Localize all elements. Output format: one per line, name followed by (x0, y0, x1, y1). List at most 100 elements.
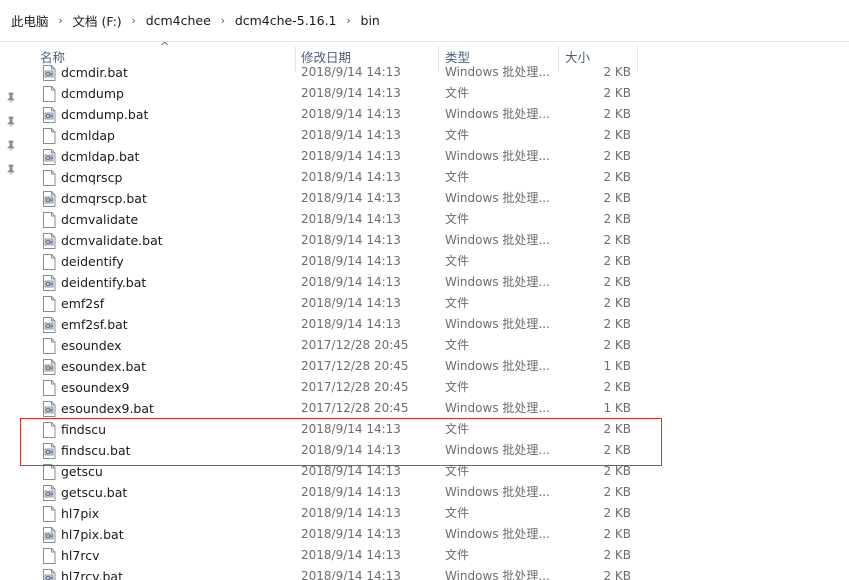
file-type: Windows 批处理... (445, 359, 549, 373)
file-icon (42, 506, 56, 522)
file-row[interactable]: hl7rcv 2018/9/14 14:13 文件 2 KB (0, 545, 849, 566)
file-row[interactable]: deidentify.bat 2018/9/14 14:13 Windows 批处理… (0, 272, 849, 293)
file-date: 2018/9/14 14:13 (301, 485, 401, 499)
batch-file-icon (42, 569, 56, 580)
batch-file-icon (42, 191, 56, 207)
file-size: 2 KB (603, 380, 631, 394)
file-size: 2 KB (603, 191, 631, 205)
file-size: 2 KB (603, 548, 631, 562)
breadcrumb-this-pc[interactable]: 此电脑 (11, 11, 49, 30)
batch-file-icon (42, 65, 56, 81)
file-name: hl7pix.bat (61, 527, 124, 542)
file-row[interactable]: emf2sf 2018/9/14 14:13 文件 2 KB (0, 293, 849, 314)
file-row[interactable]: hl7pix 2018/9/14 14:13 文件 2 KB (0, 503, 849, 524)
file-date: 2017/12/28 20:45 (301, 359, 409, 373)
file-row[interactable]: deidentify 2018/9/14 14:13 文件 2 KB (0, 251, 849, 272)
file-date: 2017/12/28 20:45 (301, 338, 409, 352)
file-row[interactable]: getscu.bat 2018/9/14 14:13 Windows 批处理... 2… (0, 482, 849, 503)
file-size: 2 KB (603, 527, 631, 541)
file-type: Windows 批处理... (445, 317, 549, 331)
file-name: getscu (61, 464, 103, 479)
file-size: 2 KB (603, 275, 631, 289)
file-name: dcmdump.bat (61, 107, 149, 122)
file-icon (42, 422, 56, 438)
file-date: 2018/9/14 14:13 (301, 464, 401, 478)
file-name: hl7rcv (61, 548, 100, 563)
file-row[interactable]: dcmdir.bat 2018/9/14 14:13 Windows 批处理... 2… (0, 63, 849, 83)
file-size: 2 KB (603, 86, 631, 100)
file-icon (42, 296, 56, 312)
file-row[interactable]: findscu 2018/9/14 14:13 文件 2 KB (0, 419, 849, 440)
file-size: 2 KB (603, 443, 631, 457)
file-size: 2 KB (603, 128, 631, 142)
file-name: dcmdump (61, 86, 124, 101)
file-size: 2 KB (603, 212, 631, 226)
file-size: 2 KB (603, 569, 631, 580)
file-size: 1 KB (603, 401, 631, 415)
file-size: 1 KB (603, 359, 631, 373)
file-row[interactable]: dcmvalidate.bat 2018/9/14 14:13 Windows 批处… (0, 230, 849, 251)
chevron-right-icon: › (131, 14, 136, 27)
chevron-right-icon: › (346, 14, 351, 27)
file-row[interactable]: dcmdump 2018/9/14 14:13 文件 2 KB (0, 83, 849, 104)
file-row[interactable]: esoundex.bat 2017/12/28 20:45 Windows 批处理.… (0, 356, 849, 377)
file-size: 2 KB (603, 317, 631, 331)
file-name: deidentify (61, 254, 124, 269)
file-date: 2018/9/14 14:13 (301, 254, 401, 268)
file-type: 文件 (445, 296, 470, 310)
file-row[interactable]: dcmvalidate 2018/9/14 14:13 文件 2 KB (0, 209, 849, 230)
file-type: Windows 批处理... (445, 527, 549, 541)
file-row[interactable]: getscu 2018/9/14 14:13 文件 2 KB (0, 461, 849, 482)
file-name: dcmqrscp.bat (61, 191, 147, 206)
file-row[interactable]: findscu.bat 2018/9/14 14:13 Windows 批处理...… (0, 440, 849, 461)
breadcrumb-dcm4che-version[interactable]: dcm4che-5.16.1 (235, 13, 337, 28)
file-row[interactable]: dcmqrscp 2018/9/14 14:13 文件 2 KB (0, 167, 849, 188)
file-type: 文件 (445, 128, 470, 142)
file-date: 2018/9/14 14:13 (301, 107, 401, 121)
file-type: Windows 批处理... (445, 443, 549, 457)
file-list: dcmdir.bat 2018/9/14 14:13 Windows 批处理... 2… (0, 63, 849, 580)
batch-file-icon (42, 527, 56, 543)
file-type: 文件 (445, 170, 470, 184)
file-type: 文件 (445, 506, 470, 520)
file-type: Windows 批处理... (445, 65, 549, 79)
file-row[interactable]: dcmdump.bat 2018/9/14 14:13 Windows 批处理...… (0, 104, 849, 125)
file-row[interactable]: emf2sf.bat 2018/9/14 14:13 Windows 批处理... 2… (0, 314, 849, 335)
breadcrumb-bin[interactable]: bin (361, 13, 380, 28)
file-name: hl7rcv.bat (61, 569, 123, 580)
batch-file-icon (42, 233, 56, 249)
file-icon (42, 212, 56, 228)
file-row[interactable]: esoundex9 2017/12/28 20:45 文件 2 KB (0, 377, 849, 398)
file-type: 文件 (445, 422, 470, 436)
file-row[interactable]: hl7rcv.bat 2018/9/14 14:13 Windows 批处理... 2… (0, 566, 849, 580)
file-row[interactable]: dcmldap 2018/9/14 14:13 文件 2 KB (0, 125, 849, 146)
file-name: dcmqrscp (61, 170, 123, 185)
file-name: emf2sf.bat (61, 317, 128, 332)
address-bar[interactable]: 此电脑 › 文档 (F:) › dcm4chee › dcm4che-5.16.… (0, 0, 849, 42)
file-date: 2018/9/14 14:13 (301, 65, 401, 79)
file-icon (42, 380, 56, 396)
file-date: 2018/9/14 14:13 (301, 548, 401, 562)
breadcrumb-dcm4chee[interactable]: dcm4chee (146, 13, 211, 28)
file-name: hl7pix (61, 506, 100, 521)
file-size: 2 KB (603, 506, 631, 520)
file-name: deidentify.bat (61, 275, 147, 290)
file-row[interactable]: esoundex 2017/12/28 20:45 文件 2 KB (0, 335, 849, 356)
file-type: 文件 (445, 212, 470, 226)
chevron-right-icon: › (220, 14, 226, 27)
file-date: 2018/9/14 14:13 (301, 149, 401, 163)
breadcrumb-drive-f[interactable]: 文档 (F:) (73, 11, 122, 30)
file-size: 2 KB (603, 170, 631, 184)
file-row[interactable]: dcmqrscp.bat 2018/9/14 14:13 Windows 批处理..… (0, 188, 849, 209)
file-date: 2017/12/28 20:45 (301, 380, 409, 394)
file-name: esoundex9.bat (61, 401, 154, 416)
file-row[interactable]: hl7pix.bat 2018/9/14 14:13 Windows 批处理... 2… (0, 524, 849, 545)
file-row[interactable]: esoundex9.bat 2017/12/28 20:45 Windows 批处理… (0, 398, 849, 419)
file-row[interactable]: dcmldap.bat 2018/9/14 14:13 Windows 批处理...… (0, 146, 849, 167)
batch-file-icon (42, 485, 56, 501)
file-type: Windows 批处理... (445, 569, 549, 580)
file-date: 2018/9/14 14:13 (301, 317, 401, 331)
file-name: dcmvalidate.bat (61, 233, 163, 248)
file-size: 2 KB (603, 464, 631, 478)
file-icon (42, 128, 56, 144)
